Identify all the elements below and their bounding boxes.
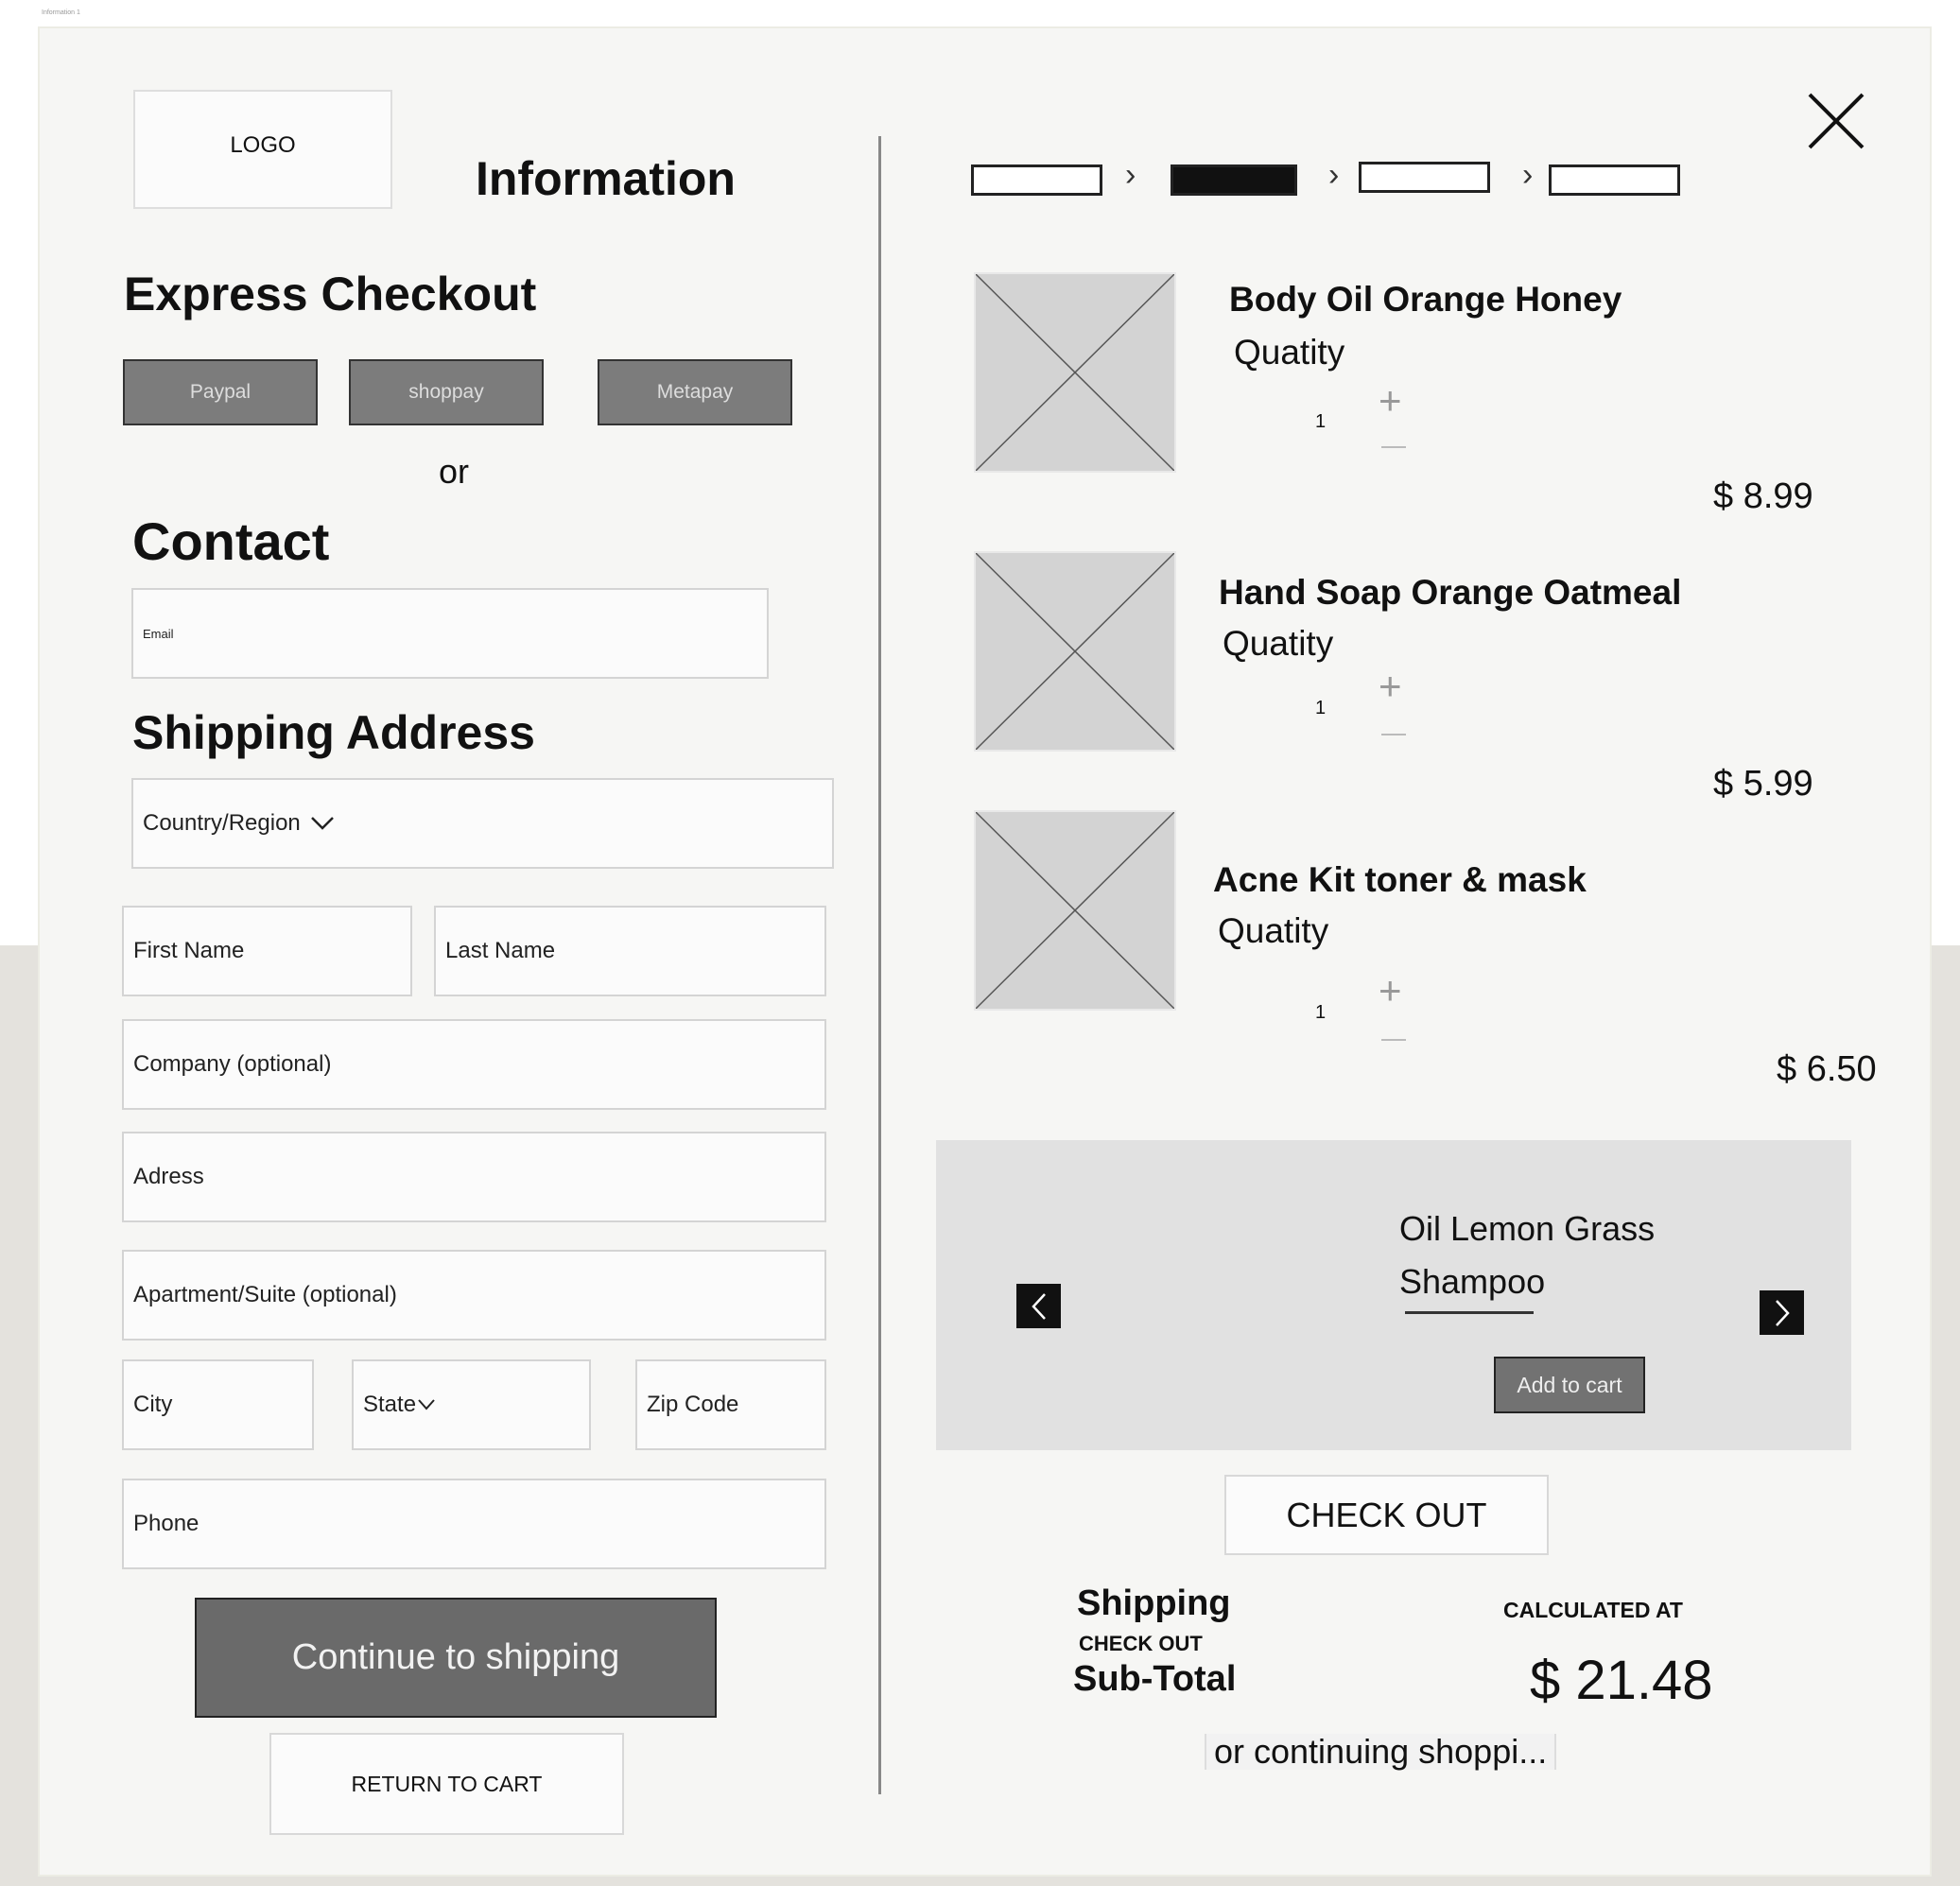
- product-image-placeholder: [974, 551, 1176, 752]
- progress-step-1: [971, 164, 1102, 196]
- close-icon[interactable]: [1806, 91, 1866, 151]
- chevron-left-icon: [1031, 1292, 1046, 1320]
- add-to-cart-button[interactable]: Add to cart: [1494, 1357, 1645, 1413]
- logo-text: LOGO: [230, 132, 296, 158]
- checkout-small-label: CHECK OUT: [1079, 1632, 1203, 1655]
- cart-item-price: $ 6.50: [1777, 1049, 1877, 1089]
- shoppay-button[interactable]: shoppay: [349, 359, 544, 425]
- page-title: Information: [476, 152, 736, 205]
- cart-item-name: Hand Soap Orange Oatmeal: [1219, 573, 1682, 612]
- cart-item-name: Acne Kit toner & mask: [1213, 860, 1587, 899]
- product-image-placeholder: [974, 810, 1176, 1011]
- progress-step-2: [1171, 164, 1297, 196]
- continue-shopping-link[interactable]: or continuing shoppi...: [1205, 1734, 1557, 1770]
- email-label: Email: [143, 626, 174, 641]
- country-select[interactable]: Country/Region: [131, 778, 834, 869]
- progress-step-3: [1359, 162, 1490, 193]
- phone-label: Phone: [133, 1511, 199, 1536]
- apartment-field[interactable]: Apartment/Suite (optional): [122, 1250, 826, 1341]
- address-field[interactable]: Adress: [122, 1132, 826, 1222]
- zip-code-field[interactable]: Zip Code: [635, 1359, 826, 1450]
- carousel-next-button[interactable]: [1760, 1290, 1804, 1335]
- apartment-label: Apartment/Suite (optional): [133, 1282, 397, 1307]
- quantity-value[interactable]: 1: [1315, 411, 1326, 433]
- shipping-label: Shipping: [1077, 1583, 1231, 1623]
- minus-icon[interactable]: [1381, 1039, 1406, 1041]
- chevron-down-icon: [418, 1399, 435, 1410]
- minus-icon[interactable]: [1381, 446, 1406, 448]
- plus-icon[interactable]: +: [1379, 378, 1402, 424]
- return-to-cart-button[interactable]: RETURN TO CART: [269, 1733, 624, 1835]
- upsell-name-underline: [1405, 1311, 1534, 1314]
- quantity-label: Quatity: [1218, 911, 1329, 950]
- quantity-value[interactable]: 1: [1315, 1002, 1326, 1024]
- frame-label: Information 1: [42, 9, 80, 16]
- plus-icon[interactable]: +: [1379, 968, 1402, 1013]
- chevron-right-icon: ›: [1125, 157, 1136, 193]
- last-name-field[interactable]: Last Name: [434, 906, 826, 996]
- contact-heading: Contact: [132, 511, 330, 571]
- state-select[interactable]: State: [352, 1359, 591, 1450]
- zip-code-label: Zip Code: [647, 1392, 739, 1417]
- subtotal-value: $ 21.48: [1530, 1650, 1713, 1711]
- first-name-field[interactable]: First Name: [122, 906, 412, 996]
- shipping-address-heading: Shipping Address: [132, 706, 535, 759]
- country-label: Country/Region: [143, 810, 301, 836]
- carousel-prev-button[interactable]: [1016, 1284, 1061, 1328]
- upsell-carousel: [936, 1140, 1851, 1450]
- company-field[interactable]: Company (optional): [122, 1019, 826, 1110]
- email-field[interactable]: Email: [131, 588, 769, 679]
- last-name-label: Last Name: [445, 938, 556, 963]
- chevron-right-icon: [1775, 1299, 1790, 1326]
- express-checkout-heading: Express Checkout: [124, 268, 537, 320]
- paypal-button[interactable]: Paypal: [123, 359, 318, 425]
- continue-to-shipping-button[interactable]: Continue to shipping: [195, 1598, 717, 1718]
- phone-field[interactable]: Phone: [122, 1479, 826, 1569]
- state-label: State: [363, 1392, 417, 1417]
- quantity-label: Quatity: [1234, 333, 1345, 372]
- quantity-value[interactable]: 1: [1315, 698, 1326, 719]
- cart-item-price: $ 8.99: [1713, 476, 1813, 516]
- plus-icon[interactable]: +: [1379, 664, 1402, 709]
- first-name-label: First Name: [133, 938, 245, 963]
- minus-icon[interactable]: [1381, 734, 1406, 735]
- upsell-product-name[interactable]: Oil Lemon Grass Shampoo: [1399, 1203, 1655, 1308]
- upsell-name-line2: Shampoo: [1399, 1262, 1546, 1301]
- cart-item-name: Body Oil Orange Honey: [1229, 280, 1622, 319]
- quantity-label: Quatity: [1223, 624, 1334, 663]
- or-separator: or: [439, 452, 470, 491]
- column-divider: [878, 136, 881, 1794]
- checkout-button[interactable]: CHECK OUT: [1224, 1475, 1549, 1555]
- chevron-down-icon: [310, 817, 334, 830]
- company-label: Company (optional): [133, 1051, 332, 1077]
- metapay-button[interactable]: Metapay: [598, 359, 792, 425]
- address-label: Adress: [133, 1164, 204, 1189]
- subtotal-label: Sub-Total: [1073, 1659, 1237, 1699]
- city-field[interactable]: City: [122, 1359, 314, 1450]
- progress-step-4: [1549, 164, 1680, 196]
- chevron-right-icon: ›: [1328, 157, 1340, 193]
- cart-item-price: $ 5.99: [1713, 764, 1813, 804]
- upsell-name-line1: Oil Lemon Grass: [1399, 1209, 1656, 1248]
- chevron-right-icon: ›: [1522, 157, 1534, 193]
- calculated-at-label: CALCULATED AT: [1503, 1598, 1683, 1622]
- city-label: City: [133, 1392, 173, 1417]
- product-image-placeholder: [974, 272, 1176, 473]
